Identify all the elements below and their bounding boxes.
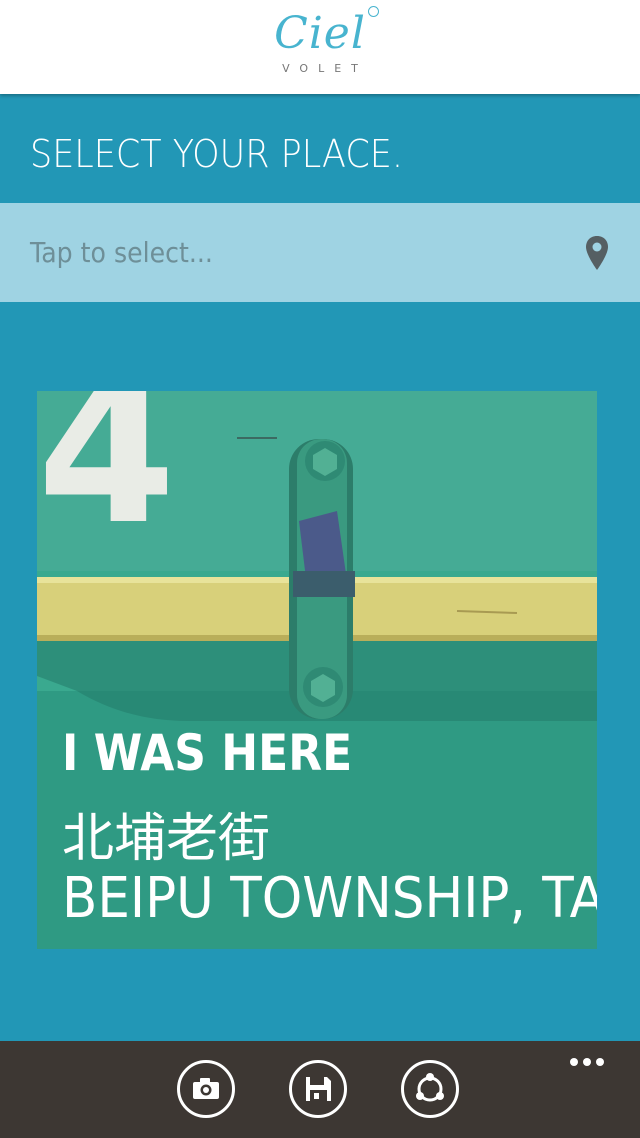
more-dots-icon[interactable] <box>570 1051 614 1066</box>
save-icon <box>306 1077 331 1101</box>
logo-script: Ciel <box>274 8 366 59</box>
logo-dot <box>368 6 379 17</box>
camera-button[interactable] <box>177 1060 235 1118</box>
caption-line-1: I WAS HERE <box>62 724 353 782</box>
app-bar <box>0 1041 640 1138</box>
caption-line-3: BEIPU TOWNSHIP, TA <box>62 866 597 931</box>
share-button[interactable] <box>401 1060 459 1118</box>
camera-icon <box>193 1078 219 1099</box>
place-picker[interactable]: Tap to select... <box>0 203 640 302</box>
app-header: Ciel VOLET <box>0 0 640 94</box>
photo-caption-area: I WAS HERE 北埔老街 BEIPU TOWNSHIP, TA <box>37 391 597 949</box>
map-pin-icon[interactable] <box>583 234 611 272</box>
save-button[interactable] <box>289 1060 347 1118</box>
page-title: SELECT YOUR PLACE. <box>30 132 403 176</box>
caption-line-2: 北埔老街 <box>62 809 271 869</box>
logo-subtitle: VOLET <box>282 62 368 75</box>
place-picker-placeholder: Tap to select... <box>30 236 213 269</box>
share-icon <box>416 1073 444 1102</box>
app-logo: Ciel VOLET <box>255 6 385 88</box>
